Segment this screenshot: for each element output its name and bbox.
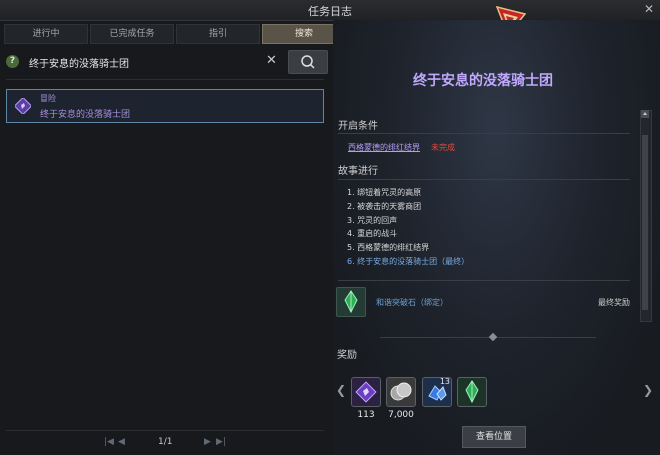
divider [338,179,630,180]
tab-guide[interactable]: 指引 [176,24,260,44]
close-button[interactable]: ✕ [644,2,654,16]
search-button[interactable] [288,50,328,74]
silver-coin-icon [390,382,412,401]
rewards-next-arrow-icon[interactable]: ❯ [643,383,653,397]
final-reward-label: 最终奖励 [598,298,630,307]
help-icon[interactable]: ? [6,55,19,68]
condition-status: 未完成 [431,143,455,152]
start-condition-label: 开启条件 [338,121,378,132]
scroll-up-icon[interactable] [641,110,649,118]
final-reward-row: 和谐突破石（绑定） 最终奖励 [336,287,630,319]
divider [338,280,630,281]
story-label: 故事进行 [338,166,378,177]
divider [6,79,324,80]
search-row: ? 终于安息的没落骑士团 ✕ [6,50,328,74]
tab-in-progress[interactable]: 进行中 [4,24,88,44]
reward-slot-2[interactable] [386,377,416,407]
reward-stack-count: 13 [439,377,450,386]
clear-search-icon[interactable]: ✕ [266,53,277,68]
quest-category: 冒险 [40,94,56,103]
reward-slot-4[interactable] [457,377,487,407]
rewards-prev-arrow-icon[interactable]: ❮ [336,383,346,397]
green-crystal-icon [465,380,479,404]
next-page-icon[interactable]: ▶ [204,437,211,447]
title-bar: 任务日志 ✕ [0,0,660,21]
story-item: 3. 咒灵的回声 [347,215,398,225]
rewards-label: 奖励 [337,350,357,361]
quest-result-item[interactable]: 冒险 终于安息的没落骑士团 [6,89,324,123]
story-item: 2. 被袭击的天雾商团 [347,201,422,211]
search-icon [301,55,315,69]
green-crystal-icon [344,290,358,314]
quest-name: 终于安息的没落骑士团 [40,110,131,120]
story-item: 5. 西格蒙德的绯红结界 [347,243,430,253]
purple-gem-icon [355,381,377,403]
view-location-button[interactable]: 查看位置 [462,426,526,448]
story-list: 1. 绑钮着咒灵的高原 2. 被袭击的天雾商团 3. 咒灵的回声 4. 重启的战… [347,186,469,269]
reward-slot-3[interactable]: 13 [422,377,452,407]
condition-link[interactable]: 西格蒙德的绯红结界 [348,142,420,153]
adventure-quest-icon [15,98,31,114]
scrollbar-thumb[interactable] [642,135,648,310]
prev-page-icon[interactable]: ◀ [118,437,125,447]
divider [6,430,324,431]
story-item: 1. 绑钮着咒灵的高原 [347,188,422,197]
reward-slot-1[interactable] [351,377,381,407]
search-input[interactable]: 终于安息的没落骑士团 [29,55,129,70]
reward-quantity: 7,000 [388,410,414,420]
last-page-icon[interactable]: ▶| [216,437,226,447]
tab-completed[interactable]: 已完成任务 [90,24,174,44]
tab-bar: 进行中 已完成任务 指引 搜索 [0,24,350,44]
reward-quantity: 113 [357,410,375,420]
final-reward-name: 和谐突破石（绑定） [376,298,448,307]
detail-title: 终于安息的没落骑士团 [413,73,553,89]
final-reward-slot[interactable] [336,287,366,317]
divider [338,133,630,134]
page-indicator: 1/1 [158,437,173,447]
pagination: |◀ ◀ 1/1 ▶ ▶| [100,437,230,451]
first-page-icon[interactable]: |◀ [104,437,114,447]
story-item: 4. 重启的战斗 [347,229,398,239]
window-title: 任务日志 [308,5,352,18]
story-item-current: 6. 终于安息的没落骑士团（最终） [347,256,470,266]
